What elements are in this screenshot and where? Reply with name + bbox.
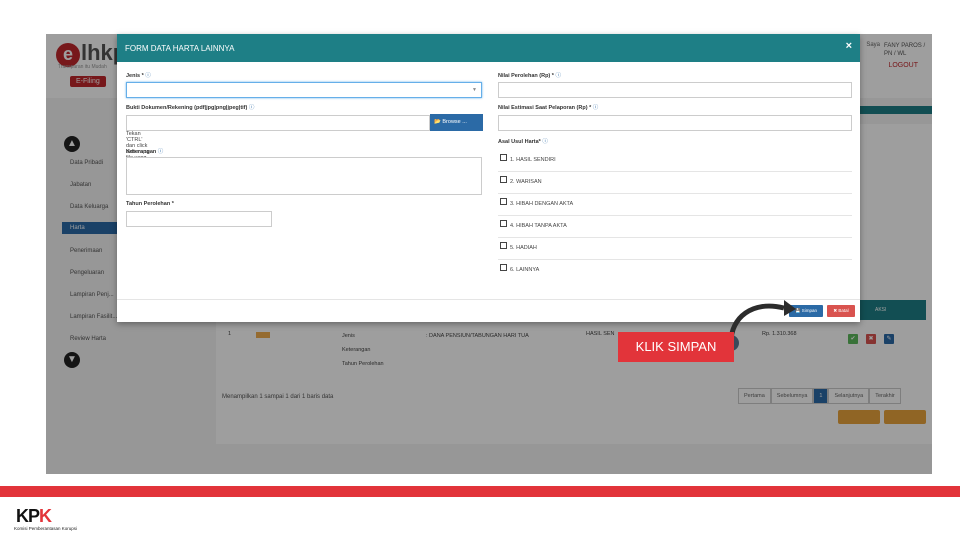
nilai-perolehan-input[interactable] <box>498 82 852 98</box>
klik-simpan-callout: KLIK SIMPAN <box>618 332 734 362</box>
asal-option-warisan[interactable]: 2. WARISAN <box>498 172 852 194</box>
asal-option-hadiah[interactable]: 5. HADIAH <box>498 238 852 260</box>
browse-button[interactable]: 📂 Browse ... <box>430 114 483 131</box>
tahun-input[interactable] <box>126 211 272 227</box>
footer-red-bar <box>0 486 960 497</box>
asal-label: Asal Usul Harta* ⓘ <box>498 139 548 145</box>
batal-button[interactable]: ✖ Batal <box>827 305 855 317</box>
asal-option-hasil-sendiri[interactable]: 1. HASIL SENDIRI <box>498 150 852 172</box>
jenis-label: Jenis * ⓘ <box>126 73 151 79</box>
kpk-tagline: Komisi Pemberantasan Korupsi <box>14 526 78 531</box>
keterangan-label: Keterangan ⓘ <box>126 149 164 155</box>
close-icon[interactable]: × <box>846 40 852 52</box>
kpk-logo: KPK <box>16 506 52 526</box>
checkbox[interactable] <box>500 242 507 249</box>
nilai-estimasi-label: Nilai Estimasi Saat Pelaporan (Rp) * ⓘ <box>498 105 599 111</box>
asal-option-lainnya[interactable]: 6. LAINNYA <box>498 260 852 282</box>
asal-option-hibah-tanpa-akta[interactable]: 4. HIBAH TANPA AKTA <box>498 216 852 238</box>
jenis-select[interactable]: ▼ <box>126 82 482 98</box>
checkbox[interactable] <box>500 220 507 227</box>
checkbox[interactable] <box>500 264 507 271</box>
modal-title: FORM DATA HARTA LAINNYA <box>125 44 235 53</box>
modal-footer: 💾 Simpan ✖ Batal <box>117 299 860 322</box>
checkbox[interactable] <box>500 154 507 161</box>
nilai-estimasi-input[interactable] <box>498 115 852 131</box>
asal-option-hibah-akta[interactable]: 3. HIBAH DENGAN AKTA <box>498 194 852 216</box>
simpan-button[interactable]: 💾 Simpan <box>789 305 823 317</box>
bukti-label: Bukti Dokumen/Rekening (pdf|jpg|png|jpeg… <box>126 105 255 111</box>
nilai-perolehan-label: Nilai Perolehan (Rp) * ⓘ <box>498 73 561 79</box>
tahun-label: Tahun Perolehan * <box>126 201 174 207</box>
checkbox[interactable] <box>500 198 507 205</box>
checkbox[interactable] <box>500 176 507 183</box>
bukti-file-input[interactable] <box>126 115 430 131</box>
keterangan-textarea[interactable] <box>126 157 482 195</box>
modal-header: FORM DATA HARTA LAINNYA × <box>117 34 860 62</box>
chevron-down-icon: ▼ <box>472 87 477 93</box>
